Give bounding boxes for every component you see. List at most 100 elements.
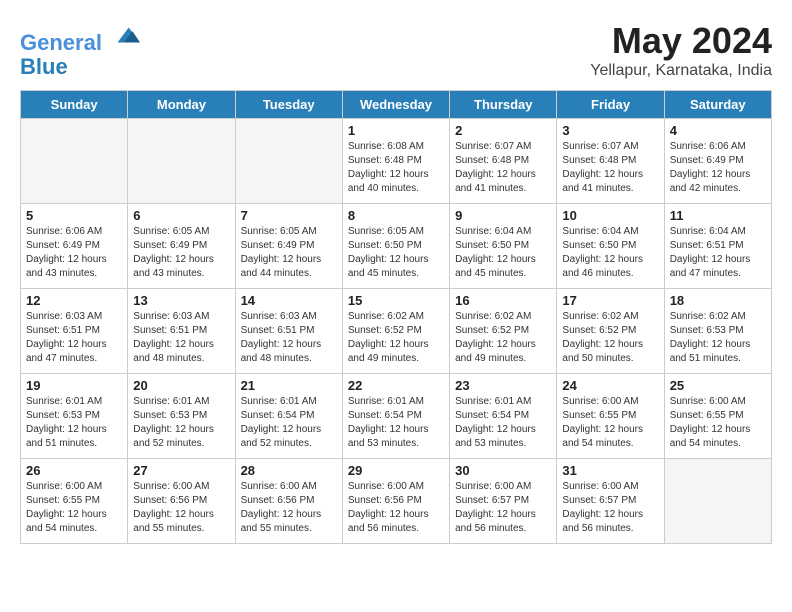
day-number: 23 <box>455 378 551 393</box>
calendar-day-cell: 12 Sunrise: 6:03 AM Sunset: 6:51 PM Dayli… <box>21 289 128 374</box>
day-number: 28 <box>241 463 337 478</box>
day-info: Sunrise: 6:04 AM Sunset: 6:51 PM Dayligh… <box>670 225 766 281</box>
day-info: Sunrise: 6:03 AM Sunset: 6:51 PM Dayligh… <box>241 310 337 366</box>
calendar-header-row: SundayMondayTuesdayWednesdayThursdayFrid… <box>21 91 772 119</box>
day-info: Sunrise: 6:02 AM Sunset: 6:52 PM Dayligh… <box>348 310 444 366</box>
calendar-day-cell: 19 Sunrise: 6:01 AM Sunset: 6:53 PM Dayli… <box>21 374 128 459</box>
logo-general: General <box>20 30 102 55</box>
calendar-day-cell: 1 Sunrise: 6:08 AM Sunset: 6:48 PM Daylig… <box>342 119 449 204</box>
calendar-day-cell: 16 Sunrise: 6:02 AM Sunset: 6:52 PM Dayli… <box>450 289 557 374</box>
day-number: 16 <box>455 293 551 308</box>
day-info: Sunrise: 6:03 AM Sunset: 6:51 PM Dayligh… <box>133 310 229 366</box>
day-number: 11 <box>670 208 766 223</box>
day-number: 14 <box>241 293 337 308</box>
calendar-day-cell: 2Sunrise: 6:07 AM Sunset: 6:48 PM Daylig… <box>450 119 557 204</box>
day-info: Sunrise: 6:00 AM Sunset: 6:55 PM Dayligh… <box>670 395 766 451</box>
calendar-day-cell: 24Sunrise: 6:00 AM Sunset: 6:55 PM Dayli… <box>557 374 664 459</box>
day-info: Sunrise: 6:02 AM Sunset: 6:53 PM Dayligh… <box>670 310 766 366</box>
calendar-day-cell: 23Sunrise: 6:01 AM Sunset: 6:54 PM Dayli… <box>450 374 557 459</box>
day-info: Sunrise: 6:03 AM Sunset: 6:51 PM Dayligh… <box>26 310 122 366</box>
calendar-day-cell: 26 Sunrise: 6:00 AM Sunset: 6:55 PM Dayli… <box>21 459 128 544</box>
day-info: Sunrise: 6:00 AM Sunset: 6:55 PM Dayligh… <box>26 480 122 536</box>
day-number: 18 <box>670 293 766 308</box>
calendar-day-cell <box>21 119 128 204</box>
calendar-day-cell: 13 Sunrise: 6:03 AM Sunset: 6:51 PM Dayli… <box>128 289 235 374</box>
calendar-day-cell: 14 Sunrise: 6:03 AM Sunset: 6:51 PM Dayli… <box>235 289 342 374</box>
day-info: Sunrise: 6:00 AM Sunset: 6:55 PM Dayligh… <box>562 395 658 451</box>
calendar-day-cell: 31 Sunrise: 6:00 AM Sunset: 6:57 PM Dayli… <box>557 459 664 544</box>
calendar-week-row: 26 Sunrise: 6:00 AM Sunset: 6:55 PM Dayli… <box>21 459 772 544</box>
calendar-day-cell: 28 Sunrise: 6:00 AM Sunset: 6:56 PM Dayli… <box>235 459 342 544</box>
calendar-day-header: Thursday <box>450 91 557 119</box>
calendar-day-header: Tuesday <box>235 91 342 119</box>
calendar-day-cell: 27 Sunrise: 6:00 AM Sunset: 6:56 PM Dayli… <box>128 459 235 544</box>
day-info: Sunrise: 6:00 AM Sunset: 6:56 PM Dayligh… <box>348 480 444 536</box>
day-number: 22 <box>348 378 444 393</box>
day-info: Sunrise: 6:00 AM Sunset: 6:56 PM Dayligh… <box>133 480 229 536</box>
calendar-day-cell: 9 Sunrise: 6:04 AM Sunset: 6:50 PM Daylig… <box>450 204 557 289</box>
day-number: 26 <box>26 463 122 478</box>
day-number: 13 <box>133 293 229 308</box>
day-info: Sunrise: 6:08 AM Sunset: 6:48 PM Dayligh… <box>348 140 444 196</box>
day-number: 27 <box>133 463 229 478</box>
calendar-day-header: Monday <box>128 91 235 119</box>
calendar-day-cell: 15 Sunrise: 6:02 AM Sunset: 6:52 PM Dayli… <box>342 289 449 374</box>
calendar-day-cell: 7Sunrise: 6:05 AM Sunset: 6:49 PM Daylig… <box>235 204 342 289</box>
day-number: 19 <box>26 378 122 393</box>
calendar-body: 1 Sunrise: 6:08 AM Sunset: 6:48 PM Daylig… <box>21 119 772 544</box>
calendar-week-row: 19 Sunrise: 6:01 AM Sunset: 6:53 PM Dayli… <box>21 374 772 459</box>
day-info: Sunrise: 6:01 AM Sunset: 6:54 PM Dayligh… <box>241 395 337 451</box>
calendar-header: SundayMondayTuesdayWednesdayThursdayFrid… <box>21 91 772 119</box>
day-info: Sunrise: 6:01 AM Sunset: 6:53 PM Dayligh… <box>26 395 122 451</box>
day-info: Sunrise: 6:00 AM Sunset: 6:57 PM Dayligh… <box>455 480 551 536</box>
day-info: Sunrise: 6:01 AM Sunset: 6:54 PM Dayligh… <box>348 395 444 451</box>
day-number: 20 <box>133 378 229 393</box>
calendar-day-cell <box>235 119 342 204</box>
calendar-day-cell: 3 Sunrise: 6:07 AM Sunset: 6:48 PM Daylig… <box>557 119 664 204</box>
day-number: 6 <box>133 208 229 223</box>
day-info: Sunrise: 6:02 AM Sunset: 6:52 PM Dayligh… <box>455 310 551 366</box>
day-number: 5 <box>26 208 122 223</box>
day-info: Sunrise: 6:05 AM Sunset: 6:50 PM Dayligh… <box>348 225 444 281</box>
calendar-day-cell: 6 Sunrise: 6:05 AM Sunset: 6:49 PM Daylig… <box>128 204 235 289</box>
day-info: Sunrise: 6:05 AM Sunset: 6:49 PM Dayligh… <box>133 225 229 281</box>
day-number: 12 <box>26 293 122 308</box>
calendar-day-cell: 25 Sunrise: 6:00 AM Sunset: 6:55 PM Dayli… <box>664 374 771 459</box>
calendar-day-cell: 8 Sunrise: 6:05 AM Sunset: 6:50 PM Daylig… <box>342 204 449 289</box>
day-info: Sunrise: 6:00 AM Sunset: 6:56 PM Dayligh… <box>241 480 337 536</box>
day-number: 1 <box>348 123 444 138</box>
calendar-day-header: Saturday <box>664 91 771 119</box>
day-number: 8 <box>348 208 444 223</box>
calendar-day-cell: 11 Sunrise: 6:04 AM Sunset: 6:51 PM Dayli… <box>664 204 771 289</box>
calendar-day-cell: 21 Sunrise: 6:01 AM Sunset: 6:54 PM Dayli… <box>235 374 342 459</box>
calendar-day-cell <box>664 459 771 544</box>
calendar-day-header: Sunday <box>21 91 128 119</box>
day-info: Sunrise: 6:06 AM Sunset: 6:49 PM Dayligh… <box>26 225 122 281</box>
calendar-day-cell: 10 Sunrise: 6:04 AM Sunset: 6:50 PM Dayli… <box>557 204 664 289</box>
day-number: 15 <box>348 293 444 308</box>
day-info: Sunrise: 6:04 AM Sunset: 6:50 PM Dayligh… <box>455 225 551 281</box>
calendar-day-header: Wednesday <box>342 91 449 119</box>
day-info: Sunrise: 6:00 AM Sunset: 6:57 PM Dayligh… <box>562 480 658 536</box>
day-info: Sunrise: 6:07 AM Sunset: 6:48 PM Dayligh… <box>455 140 551 196</box>
day-number: 9 <box>455 208 551 223</box>
day-info: Sunrise: 6:07 AM Sunset: 6:48 PM Dayligh… <box>562 140 658 196</box>
calendar-table: SundayMondayTuesdayWednesdayThursdayFrid… <box>20 90 772 544</box>
day-info: Sunrise: 6:06 AM Sunset: 6:49 PM Dayligh… <box>670 140 766 196</box>
day-number: 7 <box>241 208 337 223</box>
calendar-day-cell: 20Sunrise: 6:01 AM Sunset: 6:53 PM Dayli… <box>128 374 235 459</box>
day-info: Sunrise: 6:04 AM Sunset: 6:50 PM Dayligh… <box>562 225 658 281</box>
logo: General Blue <box>20 20 140 79</box>
calendar-day-cell: 17Sunrise: 6:02 AM Sunset: 6:52 PM Dayli… <box>557 289 664 374</box>
calendar-day-cell: 5 Sunrise: 6:06 AM Sunset: 6:49 PM Daylig… <box>21 204 128 289</box>
day-number: 3 <box>562 123 658 138</box>
calendar-week-row: 5 Sunrise: 6:06 AM Sunset: 6:49 PM Daylig… <box>21 204 772 289</box>
day-number: 25 <box>670 378 766 393</box>
calendar-day-cell: 29Sunrise: 6:00 AM Sunset: 6:56 PM Dayli… <box>342 459 449 544</box>
day-number: 31 <box>562 463 658 478</box>
day-number: 21 <box>241 378 337 393</box>
day-number: 30 <box>455 463 551 478</box>
day-number: 4 <box>670 123 766 138</box>
day-number: 10 <box>562 208 658 223</box>
logo-text: General Blue <box>20 20 140 79</box>
